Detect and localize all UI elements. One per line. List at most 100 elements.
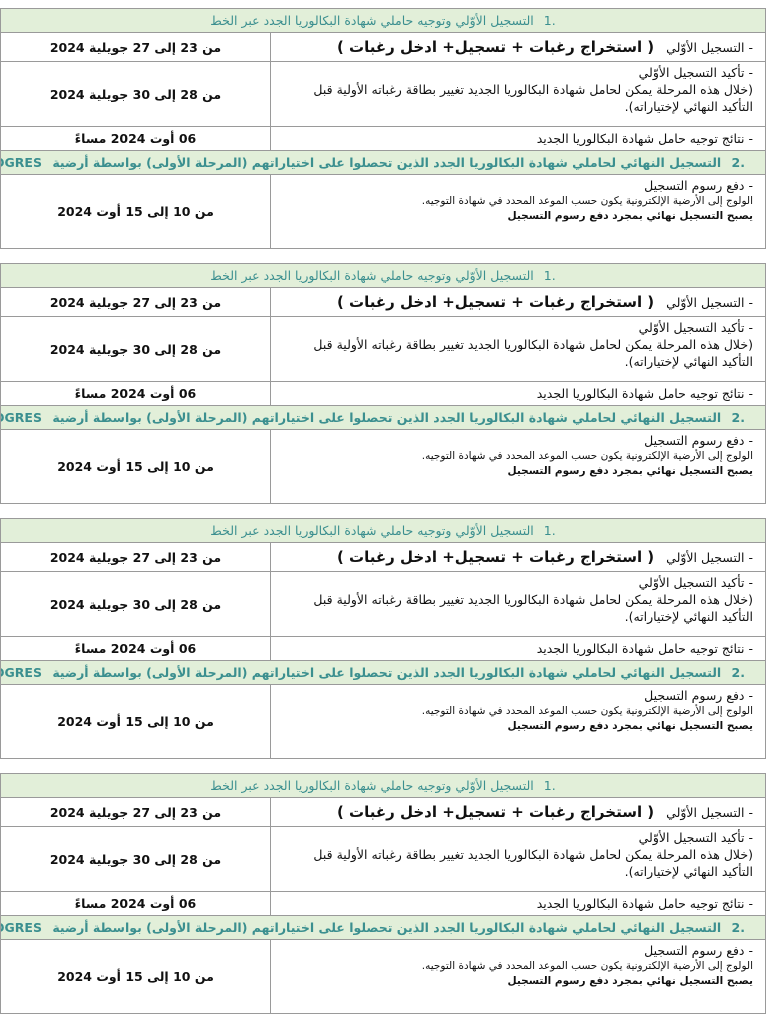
section-title: التسجيل الأوّلي وتوجيه حاملي شهادة البكا…: [210, 13, 534, 28]
step-note: الولوج إلى الأرضية الإلكترونية يكون حسب …: [421, 960, 753, 972]
step-note: الولوج إلى الأرضية الإلكترونية يكون حسب …: [421, 450, 753, 462]
section-1-header: .1 التسجيل الأوّلي وتوجيه حاملي شهادة ال…: [1, 519, 765, 543]
schedule-document: .1 التسجيل الأوّلي وتوجيه حاملي شهادة ال…: [0, 0, 768, 1024]
step-date: من 10 إلى 15 أوت 2024: [1, 685, 271, 758]
step-date: 06 أوت 2024 مساءً: [1, 892, 271, 915]
step-label: - تأكيد التسجيل الأوّلي: [638, 575, 753, 590]
section-title: التسجيل الأوّلي وتوجيه حاملي شهادة البكا…: [210, 523, 534, 538]
step-date: من 23 إلى 27 جويلية 2024: [1, 543, 271, 571]
step-description: - دفع رسوم التسجيل الولوج إلى الأرضية ال…: [271, 430, 765, 503]
step-note: الولوج إلى الأرضية الإلكترونية يكون حسب …: [421, 705, 753, 717]
step-description: - نتائج توجيه حامل شهادة البكالوريا الجد…: [536, 896, 753, 911]
step-date: 06 أوت 2024 مساءً: [1, 127, 271, 150]
step-date: 06 أوت 2024 مساءً: [1, 382, 271, 405]
section-number: .2: [731, 920, 745, 935]
step-date: من 28 إلى 30 جويلية 2024: [1, 572, 271, 636]
step-label: - دفع رسوم التسجيل: [644, 433, 753, 448]
section-number: .1: [543, 268, 556, 283]
table-row: - التسجيل الأوّلي ( استخراج رغبات + تسجي…: [1, 543, 765, 572]
step-label: - تأكيد التسجيل الأوّلي: [638, 320, 753, 335]
table-row: - التسجيل الأوّلي ( استخراج رغبات + تسجي…: [1, 798, 765, 827]
step-description: - التسجيل الأوّلي ( استخراج رغبات + تسجي…: [271, 543, 765, 571]
section-number: .1: [543, 523, 556, 538]
step-date: من 10 إلى 15 أوت 2024: [1, 940, 271, 1013]
schedule-table: .1 التسجيل الأوّلي وتوجيه حاملي شهادة ال…: [0, 8, 766, 249]
table-row: - نتائج توجيه حامل شهادة البكالوريا الجد…: [1, 127, 765, 151]
step-label: - تأكيد التسجيل الأوّلي: [638, 830, 753, 845]
step-emphasis: ( استخراج رغبات + تسجيل+ ادخل رغبات ): [336, 38, 655, 56]
step-label: - دفع رسوم التسجيل: [644, 943, 753, 958]
section-title: التسجيل الأوّلي وتوجيه حاملي شهادة البكا…: [210, 268, 534, 283]
table-row: - تأكيد التسجيل الأوّلي (خلال هذه المرحل…: [1, 572, 765, 637]
table-row: - التسجيل الأوّلي ( استخراج رغبات + تسجي…: [1, 288, 765, 317]
section-title: التسجيل الأوّلي وتوجيه حاملي شهادة البكا…: [210, 778, 534, 793]
step-emphasis: ( استخراج رغبات + تسجيل+ ادخل رغبات ): [336, 548, 655, 566]
step-description: - تأكيد التسجيل الأوّلي (خلال هذه المرحل…: [271, 572, 765, 636]
step-note: (خلال هذه المرحلة يمكن لحامل شهادة البكا…: [313, 337, 753, 369]
section-number: .2: [731, 410, 745, 425]
section-2-header: .2 التسجيل النهائي لحاملي شهادة البكالور…: [1, 151, 765, 175]
step-description: - نتائج توجيه حامل شهادة البكالوريا الجد…: [536, 131, 753, 146]
platform-name: PROGRES: [1, 410, 42, 425]
step-description: - دفع رسوم التسجيل الولوج إلى الأرضية ال…: [271, 175, 765, 248]
step-date: من 10 إلى 15 أوت 2024: [1, 175, 271, 248]
step-note: (خلال هذه المرحلة يمكن لحامل شهادة البكا…: [313, 592, 753, 624]
step-note-bold: يصبح التسجيل نهائي بمجرد دفع رسوم التسجي…: [507, 720, 754, 732]
platform-name: PROGRES: [1, 920, 42, 935]
table-row: - تأكيد التسجيل الأوّلي (خلال هذه المرحل…: [1, 827, 765, 892]
table-row: - نتائج توجيه حامل شهادة البكالوريا الجد…: [1, 382, 765, 406]
platform-name: PROGRES: [1, 155, 42, 170]
step-label: - تأكيد التسجيل الأوّلي: [638, 65, 753, 80]
step-date: 06 أوت 2024 مساءً: [1, 637, 271, 660]
step-label: - التسجيل الأوّلي: [666, 805, 753, 820]
step-description: - نتائج توجيه حامل شهادة البكالوريا الجد…: [536, 386, 753, 401]
section-2-header: .2 التسجيل النهائي لحاملي شهادة البكالور…: [1, 916, 765, 940]
section-1-header: .1 التسجيل الأوّلي وتوجيه حاملي شهادة ال…: [1, 774, 765, 798]
section-number: .1: [543, 778, 556, 793]
section-1-header: .1 التسجيل الأوّلي وتوجيه حاملي شهادة ال…: [1, 9, 765, 33]
section-title: التسجيل النهائي لحاملي شهادة البكالوريا …: [52, 155, 722, 170]
table-row: - تأكيد التسجيل الأوّلي (خلال هذه المرحل…: [1, 317, 765, 382]
table-row: - تأكيد التسجيل الأوّلي (خلال هذه المرحل…: [1, 62, 765, 127]
step-description: - دفع رسوم التسجيل الولوج إلى الأرضية ال…: [271, 940, 765, 1013]
step-note: (خلال هذه المرحلة يمكن لحامل شهادة البكا…: [313, 82, 753, 114]
step-description: - التسجيل الأوّلي ( استخراج رغبات + تسجي…: [271, 288, 765, 316]
schedule-table: .1 التسجيل الأوّلي وتوجيه حاملي شهادة ال…: [0, 263, 766, 504]
section-title: التسجيل النهائي لحاملي شهادة البكالوريا …: [52, 665, 722, 680]
step-note: الولوج إلى الأرضية الإلكترونية يكون حسب …: [421, 195, 753, 207]
table-row: - دفع رسوم التسجيل الولوج إلى الأرضية ال…: [1, 940, 765, 1013]
table-row: - دفع رسوم التسجيل الولوج إلى الأرضية ال…: [1, 430, 765, 503]
step-label: - دفع رسوم التسجيل: [644, 178, 753, 193]
step-date: من 23 إلى 27 جويلية 2024: [1, 33, 271, 61]
step-note-bold: يصبح التسجيل نهائي بمجرد دفع رسوم التسجي…: [507, 975, 754, 987]
step-date: من 28 إلى 30 جويلية 2024: [1, 62, 271, 126]
schedule-table: .1 التسجيل الأوّلي وتوجيه حاملي شهادة ال…: [0, 518, 766, 759]
step-date: من 23 إلى 27 جويلية 2024: [1, 288, 271, 316]
section-number: .1: [543, 13, 556, 28]
step-emphasis: ( استخراج رغبات + تسجيل+ ادخل رغبات ): [336, 803, 655, 821]
step-description: - التسجيل الأوّلي ( استخراج رغبات + تسجي…: [271, 33, 765, 61]
step-description: - تأكيد التسجيل الأوّلي (خلال هذه المرحل…: [271, 317, 765, 381]
section-2-header: .2 التسجيل النهائي لحاملي شهادة البكالور…: [1, 661, 765, 685]
step-description: - دفع رسوم التسجيل الولوج إلى الأرضية ال…: [271, 685, 765, 758]
step-date: من 23 إلى 27 جويلية 2024: [1, 798, 271, 826]
step-note: (خلال هذه المرحلة يمكن لحامل شهادة البكا…: [313, 847, 753, 879]
schedule-table: .1 التسجيل الأوّلي وتوجيه حاملي شهادة ال…: [0, 773, 766, 1014]
step-emphasis: ( استخراج رغبات + تسجيل+ ادخل رغبات ): [336, 293, 655, 311]
step-note-bold: يصبح التسجيل نهائي بمجرد دفع رسوم التسجي…: [507, 465, 754, 477]
step-note-bold: يصبح التسجيل نهائي بمجرد دفع رسوم التسجي…: [507, 210, 754, 222]
section-number: .2: [731, 155, 745, 170]
section-number: .2: [731, 665, 745, 680]
step-label: - التسجيل الأوّلي: [666, 295, 753, 310]
step-date: من 10 إلى 15 أوت 2024: [1, 430, 271, 503]
step-label: - التسجيل الأوّلي: [666, 550, 753, 565]
step-label: - التسجيل الأوّلي: [666, 40, 753, 55]
section-2-header: .2 التسجيل النهائي لحاملي شهادة البكالور…: [1, 406, 765, 430]
step-description: - تأكيد التسجيل الأوّلي (خلال هذه المرحل…: [271, 827, 765, 891]
step-date: من 28 إلى 30 جويلية 2024: [1, 317, 271, 381]
step-description: - نتائج توجيه حامل شهادة البكالوريا الجد…: [536, 641, 753, 656]
section-1-header: .1 التسجيل الأوّلي وتوجيه حاملي شهادة ال…: [1, 264, 765, 288]
table-row: - نتائج توجيه حامل شهادة البكالوريا الجد…: [1, 637, 765, 661]
table-row: - التسجيل الأوّلي ( استخراج رغبات + تسجي…: [1, 33, 765, 62]
step-description: - تأكيد التسجيل الأوّلي (خلال هذه المرحل…: [271, 62, 765, 126]
